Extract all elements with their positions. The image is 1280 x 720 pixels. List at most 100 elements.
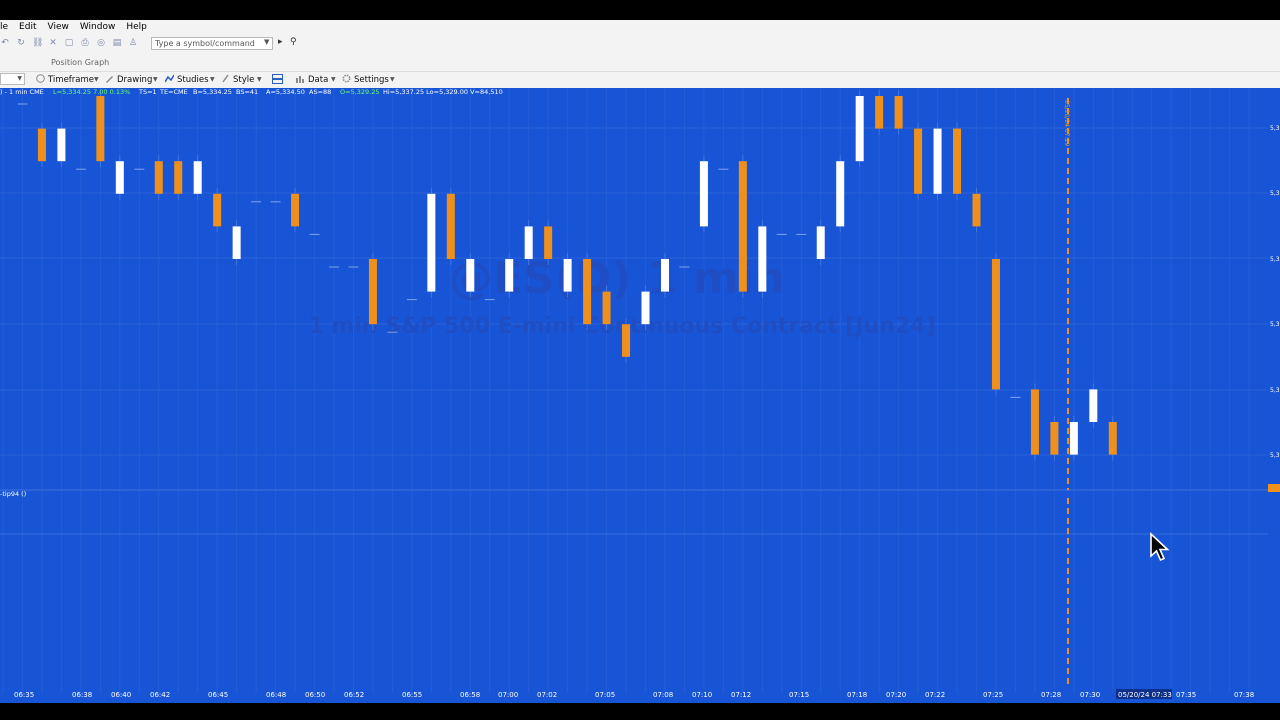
quote-info-bar: ) - 1 min CME L=5,334.25 7.00 0.13% TS=1… bbox=[0, 88, 1280, 98]
layout-icon bbox=[272, 74, 283, 84]
price-chart[interactable]: @ES(D) 1 min 1 min S&P 500 E-mini Contin… bbox=[0, 88, 1280, 703]
candle-up bbox=[563, 259, 572, 292]
chevron-down-icon[interactable]: ▼ bbox=[331, 76, 336, 83]
settings-label: Settings bbox=[354, 75, 389, 85]
tab-position-graph[interactable]: Position Graph bbox=[51, 58, 109, 67]
time-axis-label: 06:35 bbox=[14, 691, 34, 699]
time-axis-label: 07:05 bbox=[595, 691, 615, 699]
open-price: O=5,329.25 bbox=[340, 88, 380, 96]
menu-help[interactable]: Help bbox=[126, 22, 147, 32]
time-axis-label: 06:38 bbox=[72, 691, 92, 699]
candle-down bbox=[1050, 422, 1059, 455]
menu-file[interactable]: le bbox=[0, 22, 8, 32]
tab-strip bbox=[0, 52, 1280, 71]
menu-edit[interactable]: Edit bbox=[19, 22, 36, 32]
time-axis-label: 06:58 bbox=[460, 691, 480, 699]
time-axis-label: 07:02 bbox=[537, 691, 557, 699]
menu-view[interactable]: View bbox=[47, 22, 68, 32]
search-icon[interactable]: ⚲ bbox=[290, 37, 297, 47]
high-low-volume: Hi=5,337.25 Lo=5,329.00 V=84,510 bbox=[383, 88, 503, 96]
style-label: Style bbox=[233, 75, 255, 85]
timeframe-button[interactable]: Timeframe bbox=[36, 74, 94, 85]
candle-down bbox=[1030, 389, 1039, 455]
candle-down bbox=[368, 259, 377, 325]
candle-down bbox=[914, 128, 923, 194]
style-button[interactable]: Style bbox=[221, 74, 254, 85]
person-icon[interactable]: ♙ bbox=[128, 38, 138, 48]
candle-up bbox=[816, 226, 825, 259]
data-label: Data bbox=[308, 75, 329, 85]
price-axis-label: 5,3 bbox=[1270, 452, 1280, 459]
chevron-down-icon[interactable]: ▼ bbox=[257, 76, 262, 83]
candle-down bbox=[213, 193, 222, 227]
go-arrow-icon[interactable]: ▸ bbox=[278, 37, 283, 47]
chevron-down-icon[interactable]: ▼ bbox=[264, 38, 269, 46]
link-icon[interactable]: ⛓ bbox=[32, 38, 43, 48]
menu-window[interactable]: Window bbox=[80, 22, 116, 32]
exchange: TE=CME bbox=[160, 88, 188, 96]
menu-bar: le Edit View Window Help bbox=[0, 20, 1280, 34]
symbol-input[interactable] bbox=[151, 37, 273, 50]
price-axis-label: 5,3 bbox=[1270, 387, 1280, 394]
candle-up bbox=[1069, 422, 1078, 455]
layout-button[interactable] bbox=[272, 74, 284, 86]
chevron-down-icon[interactable]: ▼ bbox=[390, 76, 395, 83]
time-axis-label: 06:52 bbox=[344, 691, 364, 699]
candle-down bbox=[96, 96, 105, 162]
ask-size: AS=88 bbox=[309, 88, 332, 96]
candle-up bbox=[699, 161, 708, 227]
candle-up bbox=[758, 226, 767, 292]
layout-icon[interactable]: ▤ bbox=[112, 38, 122, 48]
print-icon[interactable]: ⎙ bbox=[80, 38, 90, 48]
brush-icon bbox=[221, 74, 230, 83]
candle-up bbox=[1089, 389, 1098, 422]
studies-button[interactable]: Studies bbox=[164, 74, 209, 85]
candle-down bbox=[602, 291, 611, 325]
mouse-pointer-icon bbox=[1150, 532, 1170, 562]
studies-icon bbox=[164, 74, 175, 83]
data-icon bbox=[296, 74, 305, 83]
candle-up bbox=[57, 128, 66, 162]
candle-down bbox=[972, 193, 981, 227]
time-axis-label: 06:55 bbox=[402, 691, 422, 699]
data-button[interactable]: Data bbox=[296, 74, 328, 85]
candle-down bbox=[174, 161, 183, 194]
candle-down bbox=[953, 128, 962, 194]
tick-size: TS=1 bbox=[139, 88, 157, 96]
last-price: L=5,334.25 7.00 0.13% bbox=[53, 88, 131, 96]
study-label[interactable]: -tip94 () bbox=[0, 490, 26, 498]
price-axis-label: 5,3 bbox=[1270, 256, 1280, 263]
ask-price: A=5,334.50 bbox=[266, 88, 305, 96]
candle-up bbox=[427, 193, 436, 292]
chevron-down-icon[interactable]: ▼ bbox=[94, 76, 99, 83]
candle-up bbox=[855, 96, 864, 162]
price-axis-label: 5,3 bbox=[1270, 190, 1280, 197]
time-axis-label: 07:20 bbox=[886, 691, 906, 699]
refresh-icon[interactable]: ↻ bbox=[16, 38, 26, 48]
candle-down bbox=[291, 193, 300, 227]
drawing-button[interactable]: Drawing bbox=[105, 74, 152, 85]
drawing-label: Drawing bbox=[117, 75, 153, 85]
bottom-bar bbox=[0, 703, 1280, 720]
interval-dropdown[interactable]: ▼ bbox=[0, 73, 25, 85]
candle-down bbox=[583, 259, 592, 325]
time-axis-label: 06:40 bbox=[111, 691, 131, 699]
candle-down bbox=[154, 161, 163, 194]
chevron-down-icon[interactable]: ▼ bbox=[210, 76, 215, 83]
pencil-icon bbox=[105, 74, 114, 83]
close-chart-icon[interactable]: ✕ bbox=[48, 38, 58, 48]
candle-down bbox=[894, 96, 903, 129]
time-axis-label: 07:30 bbox=[1080, 691, 1100, 699]
time-axis-label: 06:45 bbox=[208, 691, 228, 699]
new-window-icon[interactable]: ▢ bbox=[64, 38, 74, 48]
chevron-down-icon[interactable]: ▼ bbox=[153, 76, 158, 83]
time-axis-label: 06:48 bbox=[266, 691, 286, 699]
chart-background bbox=[0, 88, 1280, 703]
time-axis-label: 07:15 bbox=[789, 691, 809, 699]
app-window: le Edit View Window Help ↶ ↻ ⛓ ✕ ▢ ⎙ ◎ ▤… bbox=[0, 0, 1280, 720]
bid-price: B=5,334.25 bbox=[193, 88, 232, 96]
settings-button[interactable]: Settings bbox=[342, 74, 389, 85]
time-axis-label: 07:18 bbox=[847, 691, 867, 699]
back-icon[interactable]: ↶ bbox=[0, 38, 10, 48]
globe-icon[interactable]: ◎ bbox=[96, 38, 106, 48]
